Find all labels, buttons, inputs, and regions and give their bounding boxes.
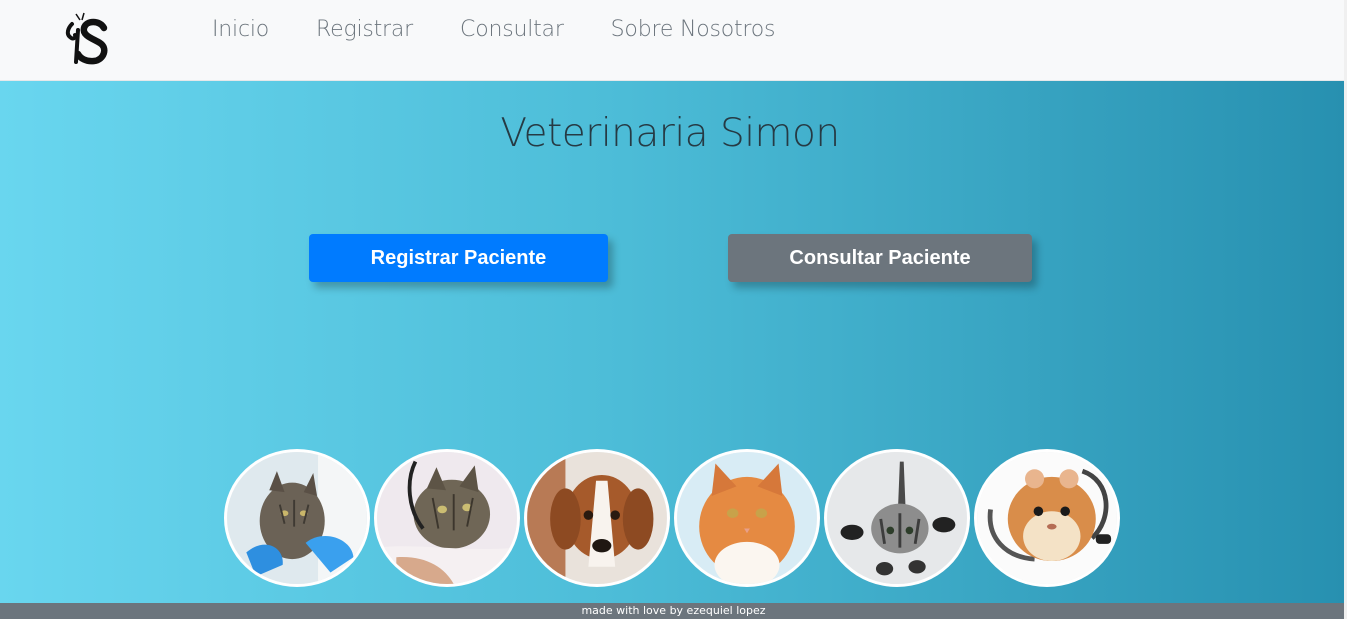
nav-link-inicio[interactable]: Inicio bbox=[212, 16, 269, 46]
nav-link-sobre-nosotros[interactable]: Sobre Nosotros bbox=[611, 16, 776, 46]
nav-links: Inicio Registrar Consultar Sobre Nosotro… bbox=[212, 16, 822, 46]
pet-gallery bbox=[224, 449, 1124, 589]
footer-credit: made with love by ezequiel lopez bbox=[0, 603, 1347, 619]
pet-photo-puppy bbox=[524, 449, 670, 587]
page-title: Veterinaria Simon bbox=[500, 111, 840, 156]
nav-link-registrar[interactable]: Registrar bbox=[316, 16, 413, 46]
consult-patient-button[interactable]: Consultar Paciente bbox=[728, 234, 1032, 282]
register-patient-button[interactable]: Registrar Paciente bbox=[309, 234, 608, 282]
nav-link-consultar[interactable]: Consultar bbox=[460, 16, 564, 46]
pet-photo-cat-vet bbox=[224, 449, 370, 587]
pet-photo-orange-cat bbox=[674, 449, 820, 587]
navbar: Inicio Registrar Consultar Sobre Nosotro… bbox=[0, 0, 1347, 81]
pet-photo-jumping-kitten bbox=[824, 449, 970, 587]
pet-photo-cat-stethoscope bbox=[374, 449, 520, 587]
veterinaria-logo-icon[interactable] bbox=[58, 10, 116, 68]
hero-section: Veterinaria Simon Registrar Paciente Con… bbox=[0, 81, 1347, 603]
pet-photo-hamster bbox=[974, 449, 1120, 587]
